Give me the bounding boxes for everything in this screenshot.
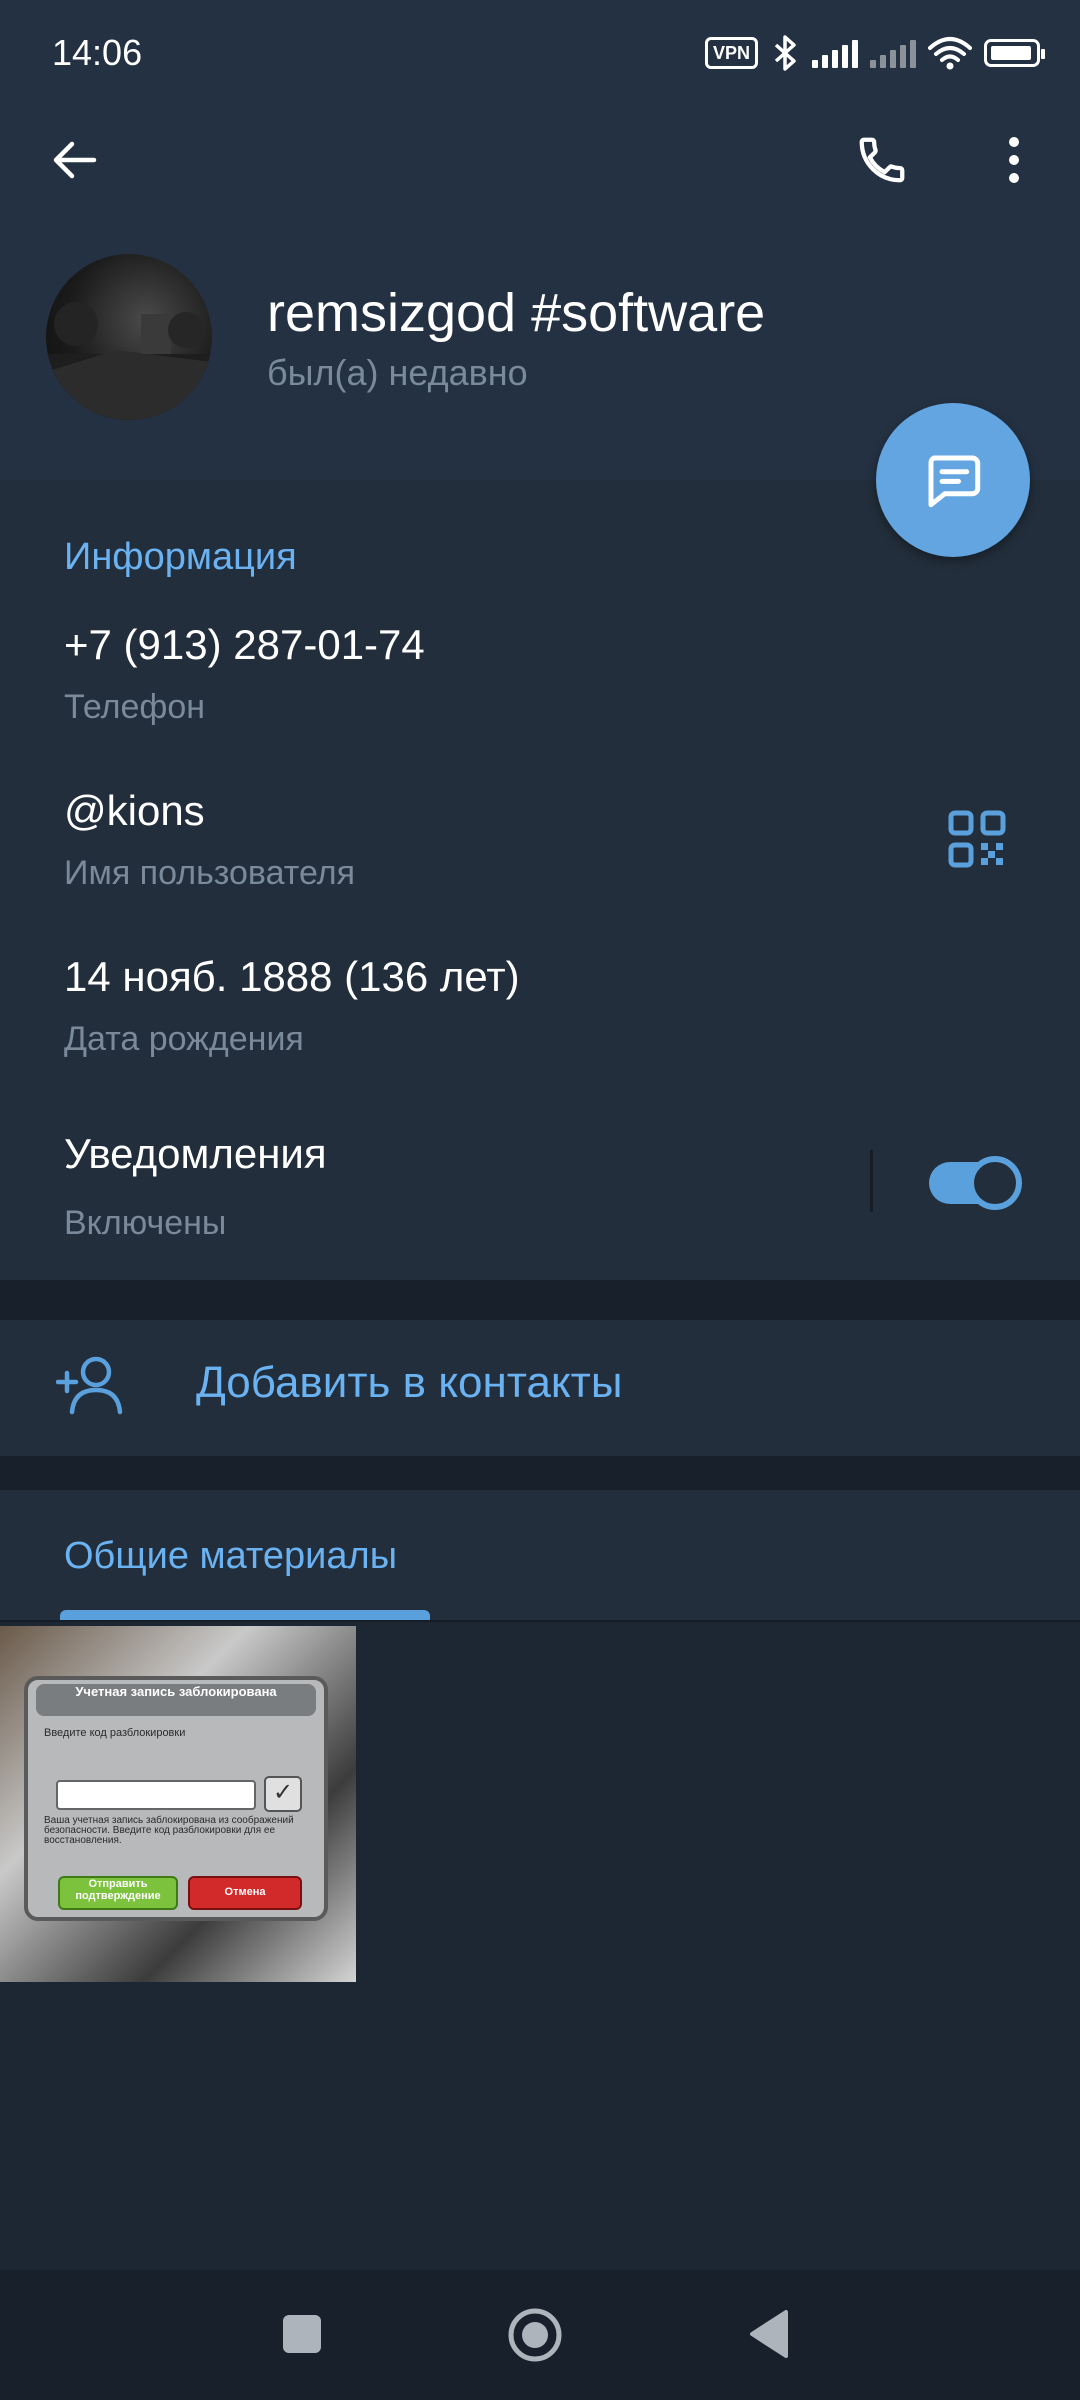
home-circle-icon (508, 2308, 562, 2362)
birthday-value: 14 нояб. 1888 (136 лет) (64, 953, 520, 1000)
qr-code-icon (948, 810, 1006, 868)
avatar[interactable] (46, 254, 212, 420)
media-dialog-primary: Отправить подтверждение (58, 1876, 178, 1910)
info-section-title: Информация (64, 536, 297, 578)
notifications-state: Включены (64, 1204, 227, 1242)
signal-icon (870, 38, 916, 68)
recents-button[interactable] (280, 2312, 324, 2356)
wifi-icon (928, 37, 972, 70)
birthday-row[interactable]: 14 нояб. 1888 (136 лет) Дата рождения (0, 932, 1080, 1082)
notifications-row[interactable]: Уведомления Включены (0, 1110, 860, 1260)
nav-back-button[interactable] (746, 2308, 792, 2360)
username-label: Имя пользователя (64, 854, 355, 892)
phone-value: +7 (913) 287-01-74 (64, 621, 425, 668)
toggle-knob (968, 1156, 1022, 1210)
shared-media-item[interactable]: Учетная запись заблокирована Введите код… (0, 1626, 356, 1982)
profile-last-seen: был(а) недавно (267, 352, 528, 393)
back-triangle-icon (750, 2310, 788, 2358)
arrow-left-icon (53, 141, 97, 179)
battery-icon (984, 39, 1045, 67)
media-dialog-body: Ваша учетная запись заблокирована из соо… (44, 1815, 294, 1846)
add-user-icon (55, 1354, 126, 1423)
birthday-label: Дата рождения (64, 1020, 304, 1058)
check-icon: ✓ (264, 1776, 302, 1812)
recents-square-icon (283, 2315, 321, 2353)
vpn-badge: VPN (704, 37, 758, 69)
username-value: @kions (64, 787, 205, 834)
notifications-title: Уведомления (64, 1130, 327, 1177)
home-button[interactable] (506, 2306, 564, 2364)
tabs-divider (0, 1620, 1080, 1622)
send-message-button[interactable] (876, 403, 1030, 557)
media-dialog-prompt: Введите код разблокировки (44, 1727, 186, 1739)
section-separator (0, 1456, 1080, 1490)
add-contact-label: Добавить в контакты (196, 1358, 623, 1407)
profile-name: remsizgod #software (267, 283, 766, 343)
bluetooth-icon (774, 35, 796, 71)
status-icons: VPN (704, 30, 1045, 76)
back-button[interactable] (34, 120, 114, 200)
media-dialog-title: Учетная запись заблокирована (36, 1684, 316, 1716)
qr-code-button[interactable] (948, 810, 1008, 870)
username-row[interactable]: @kions Имя пользователя (0, 766, 1080, 916)
avatar-photo (46, 302, 212, 420)
signal-icon (812, 38, 858, 68)
more-menu-button[interactable] (974, 120, 1054, 200)
phone-label: Телефон (64, 688, 206, 726)
media-dialog-graphic: Учетная запись заблокирована Введите код… (24, 1676, 328, 1921)
phone-icon (859, 137, 905, 183)
tab-active-indicator (60, 1610, 430, 1620)
more-vertical-icon (1009, 137, 1019, 183)
tab-shared-media[interactable]: Общие материалы (64, 1535, 397, 1578)
message-icon (928, 455, 981, 508)
vertical-divider (870, 1150, 873, 1212)
phone-row[interactable]: +7 (913) 287-01-74 Телефон (0, 600, 1080, 750)
media-dialog-input (56, 1780, 256, 1810)
call-button[interactable] (842, 120, 922, 200)
section-separator (0, 1280, 1080, 1320)
media-dialog-cancel: Отмена (188, 1876, 302, 1910)
status-time: 14:06 (52, 32, 143, 73)
